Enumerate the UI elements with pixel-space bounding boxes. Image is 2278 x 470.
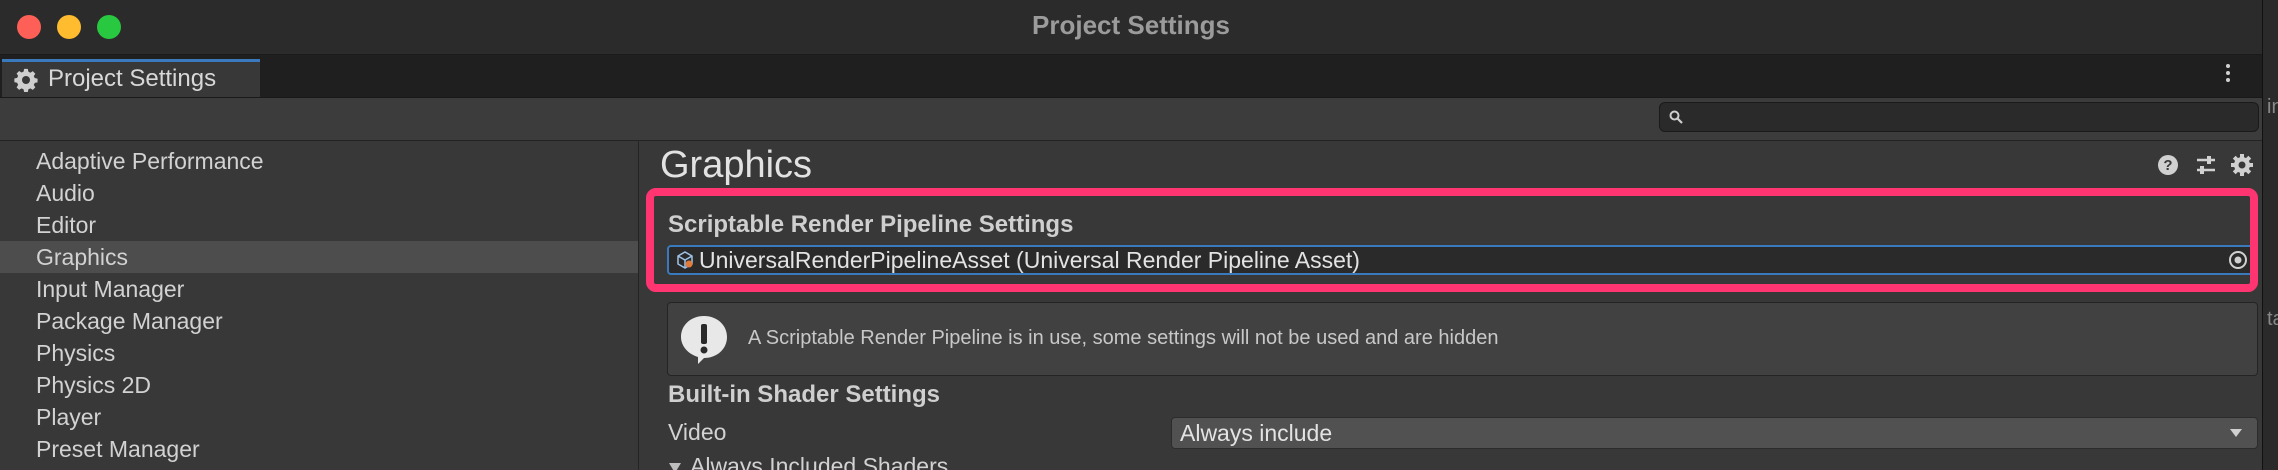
tab-bar: Project Settings — [0, 55, 2262, 98]
object-picker-icon[interactable] — [2228, 250, 2248, 270]
srp-asset-field[interactable]: UniversalRenderPipelineAsset (Universal … — [667, 245, 2258, 275]
tab-project-settings[interactable]: Project Settings — [2, 59, 260, 97]
sidebar-item-preset-manager[interactable]: Preset Manager — [0, 433, 638, 465]
video-dropdown-value: Always include — [1180, 420, 1333, 446]
exclamation-icon — [681, 316, 727, 364]
edge-text-top: in — [2267, 96, 2278, 118]
foldout-arrow-icon — [669, 462, 681, 470]
graphics-settings-panel: Graphics ? Scriptable Render Pipeline Se… — [640, 141, 2262, 470]
tab-label: Project Settings — [48, 65, 217, 92]
builtin-shader-section-label: Built-in Shader Settings — [668, 381, 941, 408]
gear-icon[interactable] — [2230, 153, 2254, 177]
edge-text-bottom: ta — [2267, 308, 2278, 330]
always-included-shaders-label: Always Included Shaders — [690, 453, 949, 470]
project-settings-window: Project Settings Project Settings Adapti… — [0, 0, 2262, 470]
srp-asset-name: UniversalRenderPipelineAsset (Universal … — [699, 247, 1360, 273]
settings-sidebar: Adaptive Performance Audio Editor Graphi… — [0, 141, 639, 470]
svg-text:?: ? — [2163, 157, 2172, 174]
sidebar-item-adaptive-performance[interactable]: Adaptive Performance — [0, 145, 638, 177]
search-input[interactable] — [1690, 103, 2254, 133]
kebab-menu-icon[interactable] — [2222, 61, 2234, 91]
srp-section-label: Scriptable Render Pipeline Settings — [668, 211, 1074, 238]
sliders-icon[interactable] — [2194, 153, 2218, 177]
chevron-down-icon — [2230, 429, 2242, 437]
sidebar-item-graphics[interactable]: Graphics — [0, 241, 638, 273]
background-window-edge: in ta — [2262, 0, 2278, 470]
search-field[interactable] — [1659, 102, 2259, 133]
sidebar-item-player[interactable]: Player — [0, 401, 638, 433]
window-title: Project Settings — [1032, 10, 1230, 40]
help-icon[interactable]: ? — [2156, 153, 2180, 177]
highlight-annotation — [646, 188, 2258, 292]
search-bar — [0, 98, 2262, 141]
title-bar: Project Settings — [0, 0, 2262, 55]
sidebar-item-physics[interactable]: Physics — [0, 337, 638, 369]
video-label: Video — [668, 419, 727, 445]
help-message: A Scriptable Render Pipeline is in use, … — [748, 327, 1499, 349]
sidebar-item-physics-2d[interactable]: Physics 2D — [0, 369, 638, 401]
page-title: Graphics — [660, 144, 813, 186]
search-icon — [1669, 110, 1683, 124]
info-help-box: A Scriptable Render Pipeline is in use, … — [667, 302, 2258, 376]
always-included-shaders-foldout[interactable]: Always Included Shaders — [668, 453, 948, 470]
sidebar-item-package-manager[interactable]: Package Manager — [0, 305, 638, 337]
sidebar-item-input-manager[interactable]: Input Manager — [0, 273, 638, 305]
sidebar-item-editor[interactable]: Editor — [0, 209, 638, 241]
sidebar-item-audio[interactable]: Audio — [0, 177, 638, 209]
video-dropdown[interactable]: Always include — [1171, 417, 2258, 449]
render-pipeline-asset-icon — [677, 251, 693, 269]
gear-icon — [14, 68, 38, 92]
